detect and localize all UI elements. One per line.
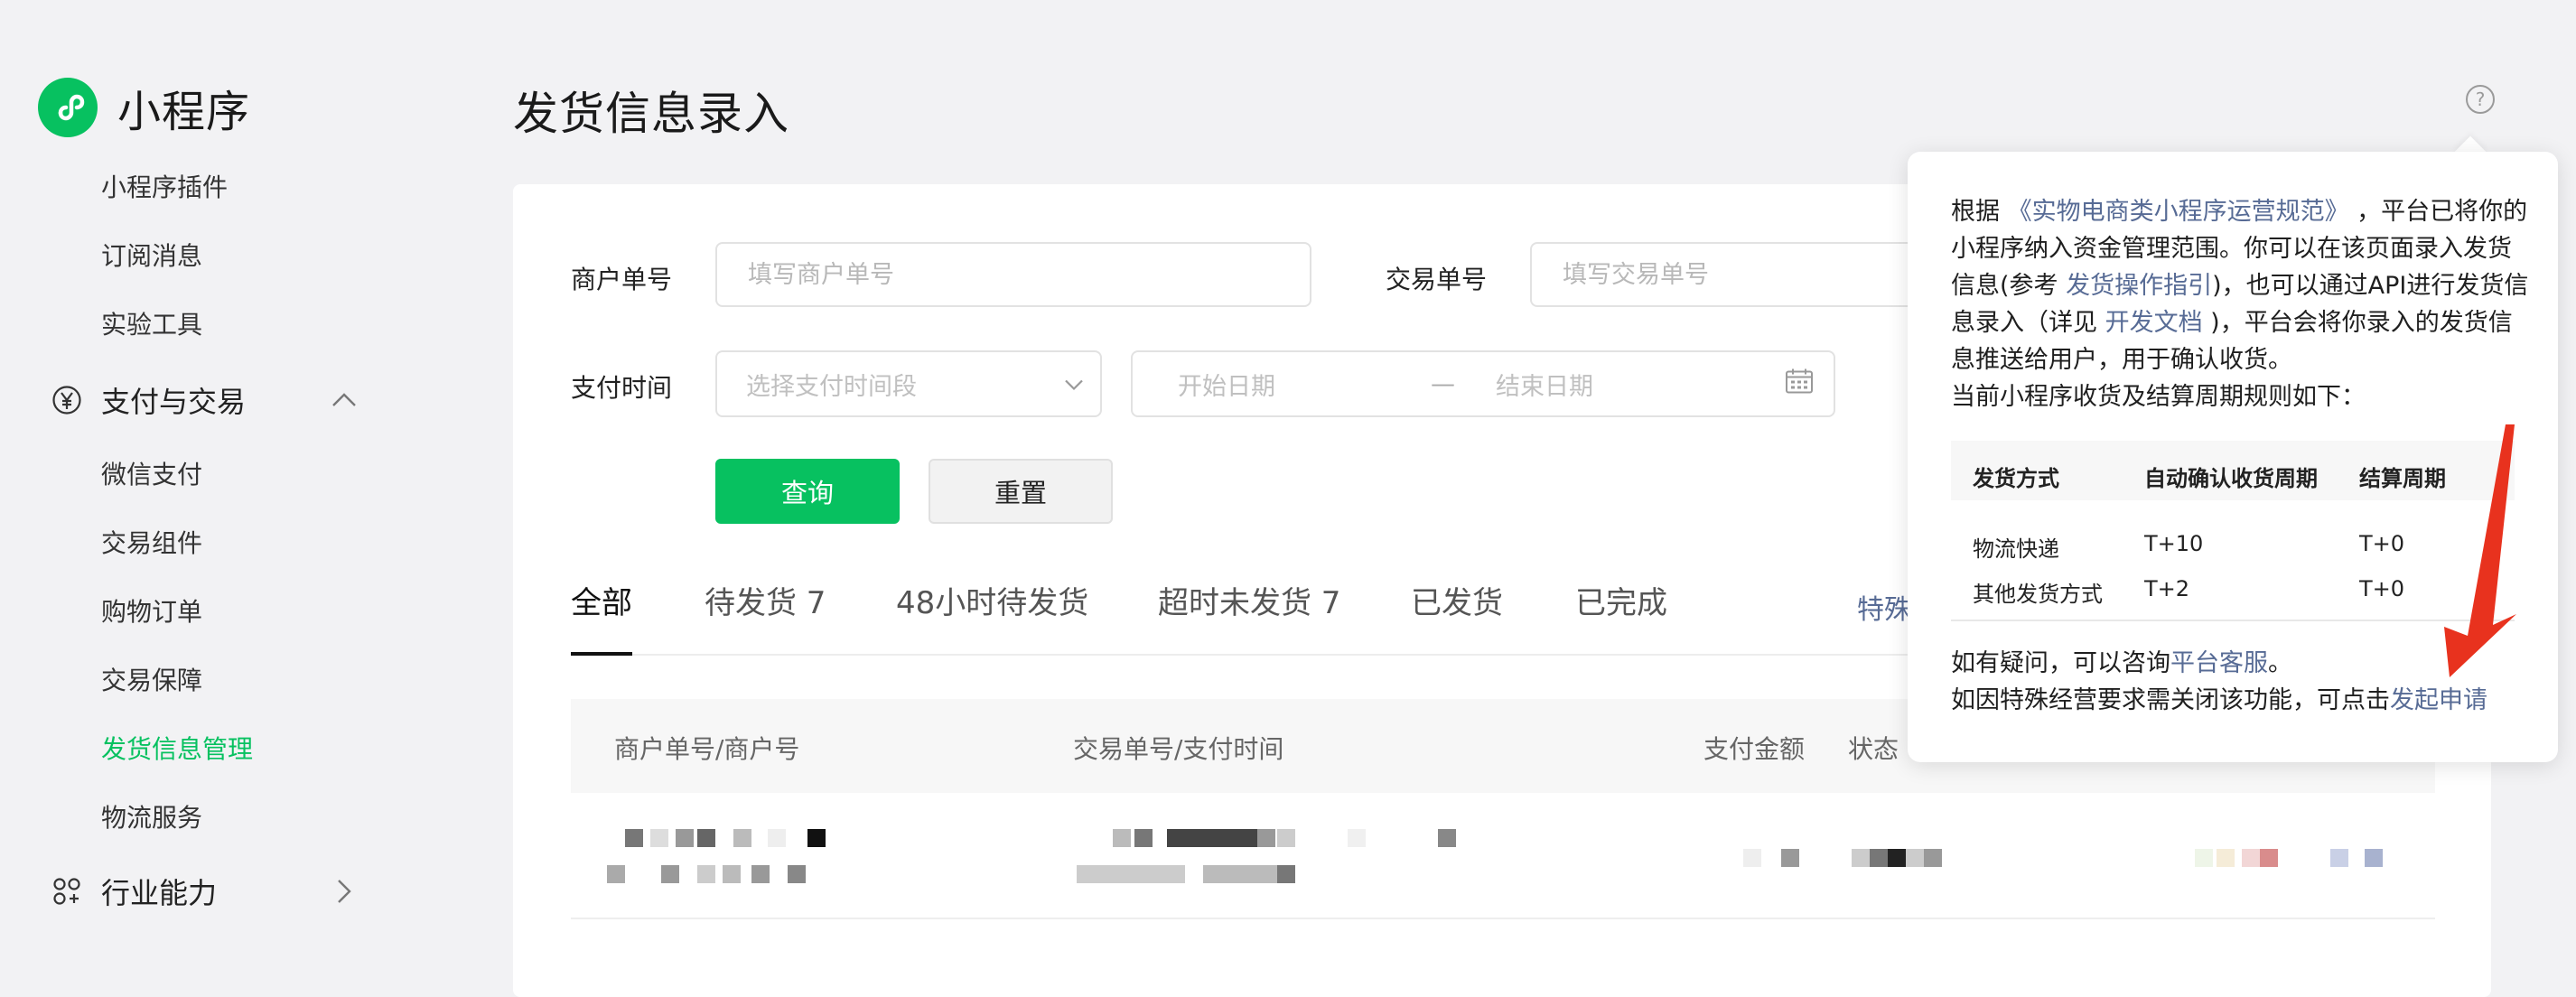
- chevron-right-icon: [331, 878, 358, 905]
- pay-time-select-placeholder: 选择支付时间段: [746, 372, 917, 401]
- popover-footer: 如有疑问，可以咨询平台客服。 如因特殊经营要求需关闭该功能，可点击发起申请: [1951, 645, 2547, 719]
- trade-no-label: 交易单号: [1386, 265, 1488, 294]
- trade-no-input[interactable]: [1530, 242, 1909, 307]
- special-link[interactable]: 特殊: [1857, 587, 1911, 627]
- yuan-circle-icon: [51, 384, 83, 416]
- customer-service-link[interactable]: 平台客服: [2170, 649, 2268, 677]
- dev-doc-link[interactable]: 开发文档: [2105, 309, 2203, 337]
- col-trade-no: 交易单号/支付时间: [1073, 734, 1284, 764]
- sidebar-item-trade-component[interactable]: 交易组件: [101, 524, 202, 560]
- cycle-row1-method: 物流快递: [1973, 536, 2059, 562]
- chevron-up-icon: [331, 387, 358, 414]
- tab-active-indicator: [571, 652, 632, 656]
- start-date[interactable]: 开始日期: [1178, 367, 1431, 402]
- cycle-row2-method: 其他发货方式: [1973, 582, 2103, 607]
- sidebar-item-shipping-info[interactable]: 发货信息管理: [101, 730, 253, 766]
- tab-overdue[interactable]: 超时未发货 7: [1158, 578, 1340, 622]
- sidebar-item-orders[interactable]: 购物订单: [101, 592, 202, 629]
- reset-button[interactable]: 重置: [929, 459, 1113, 524]
- col-amount: 支付金额: [1703, 734, 1806, 764]
- query-button[interactable]: 查询: [715, 459, 900, 524]
- cycle-row1-confirm: T+10: [2144, 531, 2204, 556]
- tab-pending[interactable]: 待发货 7: [705, 578, 826, 622]
- sidebar-group-industry[interactable]: 行业能力: [51, 871, 358, 912]
- sidebar-item-wechat-pay[interactable]: 微信支付: [101, 455, 202, 491]
- cycle-table-bottom-line: [1951, 620, 2515, 621]
- sidebar-group-pay-label: 支付与交易: [101, 385, 247, 419]
- cycle-row2-settle: T+0: [2359, 576, 2405, 601]
- merchant-no-label: 商户单号: [571, 265, 673, 294]
- calendar-icon: [1785, 368, 1814, 401]
- pay-time-select[interactable]: 选择支付时间段: [715, 350, 1102, 417]
- tab-all[interactable]: 全部: [571, 578, 632, 622]
- merchant-no-field[interactable]: [746, 259, 1310, 290]
- popover-rules-intro: 当前小程序收货及结算周期规则如下：: [1951, 383, 2366, 411]
- cycle-row2-confirm: T+2: [2144, 576, 2190, 601]
- help-icon[interactable]: ?: [2466, 85, 2495, 114]
- trade-no-field[interactable]: [1561, 259, 1909, 290]
- cycle-col-confirm: 自动确认收货周期: [2144, 466, 2318, 491]
- miniprogram-logo-icon: [38, 78, 98, 137]
- cycle-col-method: 发货方式: [1973, 466, 2059, 491]
- end-date[interactable]: 结束日期: [1496, 367, 1593, 402]
- contact-end: 。: [2268, 649, 2292, 677]
- brand-title: 小程序: [117, 87, 251, 137]
- page-title: 发货信息录入: [513, 88, 789, 140]
- col-status: 状态: [1848, 734, 1899, 764]
- close-feature-text: 如因特殊经营要求需关闭该功能，可点击: [1951, 686, 2390, 714]
- cycle-row1-settle: T+0: [2359, 531, 2405, 556]
- merchant-no-input[interactable]: [715, 242, 1311, 307]
- table-row-merchant-mosaic: [607, 829, 833, 887]
- brand[interactable]: 小程序: [38, 76, 250, 139]
- date-range-picker[interactable]: 开始日期 — 结束日期: [1131, 350, 1835, 417]
- sidebar-item-trade-guarantee[interactable]: 交易保障: [101, 661, 202, 697]
- sidebar-item-lab[interactable]: 实验工具: [101, 305, 202, 341]
- chevron-down-icon: [1064, 370, 1084, 398]
- cycle-col-settle: 结算周期: [2359, 466, 2446, 491]
- sidebar-group-pay[interactable]: 支付与交易: [51, 379, 358, 421]
- tab-48h-pending[interactable]: 48小时待发货: [896, 578, 1088, 622]
- spec-link[interactable]: 《实物电商类小程序运营规范》: [2008, 198, 2349, 226]
- popover-intro: 根据 《实物电商类小程序运营规范》 ，平台已将你的小程序纳入资金管理范围。你可以…: [1951, 193, 2529, 415]
- table-row-action-mosaic: [2195, 847, 2403, 869]
- pay-time-label: 支付时间: [571, 373, 673, 403]
- table-row-amount-mosaic: [1743, 847, 1951, 869]
- help-popover: 根据 《实物电商类小程序运营规范》 ，平台已将你的小程序纳入资金管理范围。你可以…: [1908, 152, 2558, 762]
- tab-shipped[interactable]: 已发货: [1411, 578, 1503, 622]
- apply-link[interactable]: 发起申请: [2390, 686, 2487, 714]
- sidebar-group-industry-label: 行业能力: [101, 876, 218, 910]
- col-merchant-no: 商户单号/商户号: [614, 734, 800, 764]
- sidebar-item-logistics[interactable]: 物流服务: [101, 798, 202, 834]
- contact-text: 如有疑问，可以咨询: [1951, 649, 2170, 677]
- table-row-trade-mosaic: [1077, 829, 1483, 887]
- sidebar: 小程序 小程序插件 订阅消息 实验工具 支付与交易 微信支付 交易组件 购物订单…: [0, 0, 470, 939]
- industry-icon: [51, 875, 83, 908]
- table-row-divider: [571, 918, 2435, 919]
- tab-completed[interactable]: 已完成: [1575, 578, 1667, 622]
- popover-intro-pre: 根据: [1951, 198, 2008, 226]
- date-separator: —: [1431, 369, 1455, 398]
- sidebar-item-plugin[interactable]: 小程序插件: [101, 168, 228, 204]
- guide-link[interactable]: 发货操作指引: [2066, 272, 2212, 300]
- sidebar-item-subscribe[interactable]: 订阅消息: [101, 237, 202, 273]
